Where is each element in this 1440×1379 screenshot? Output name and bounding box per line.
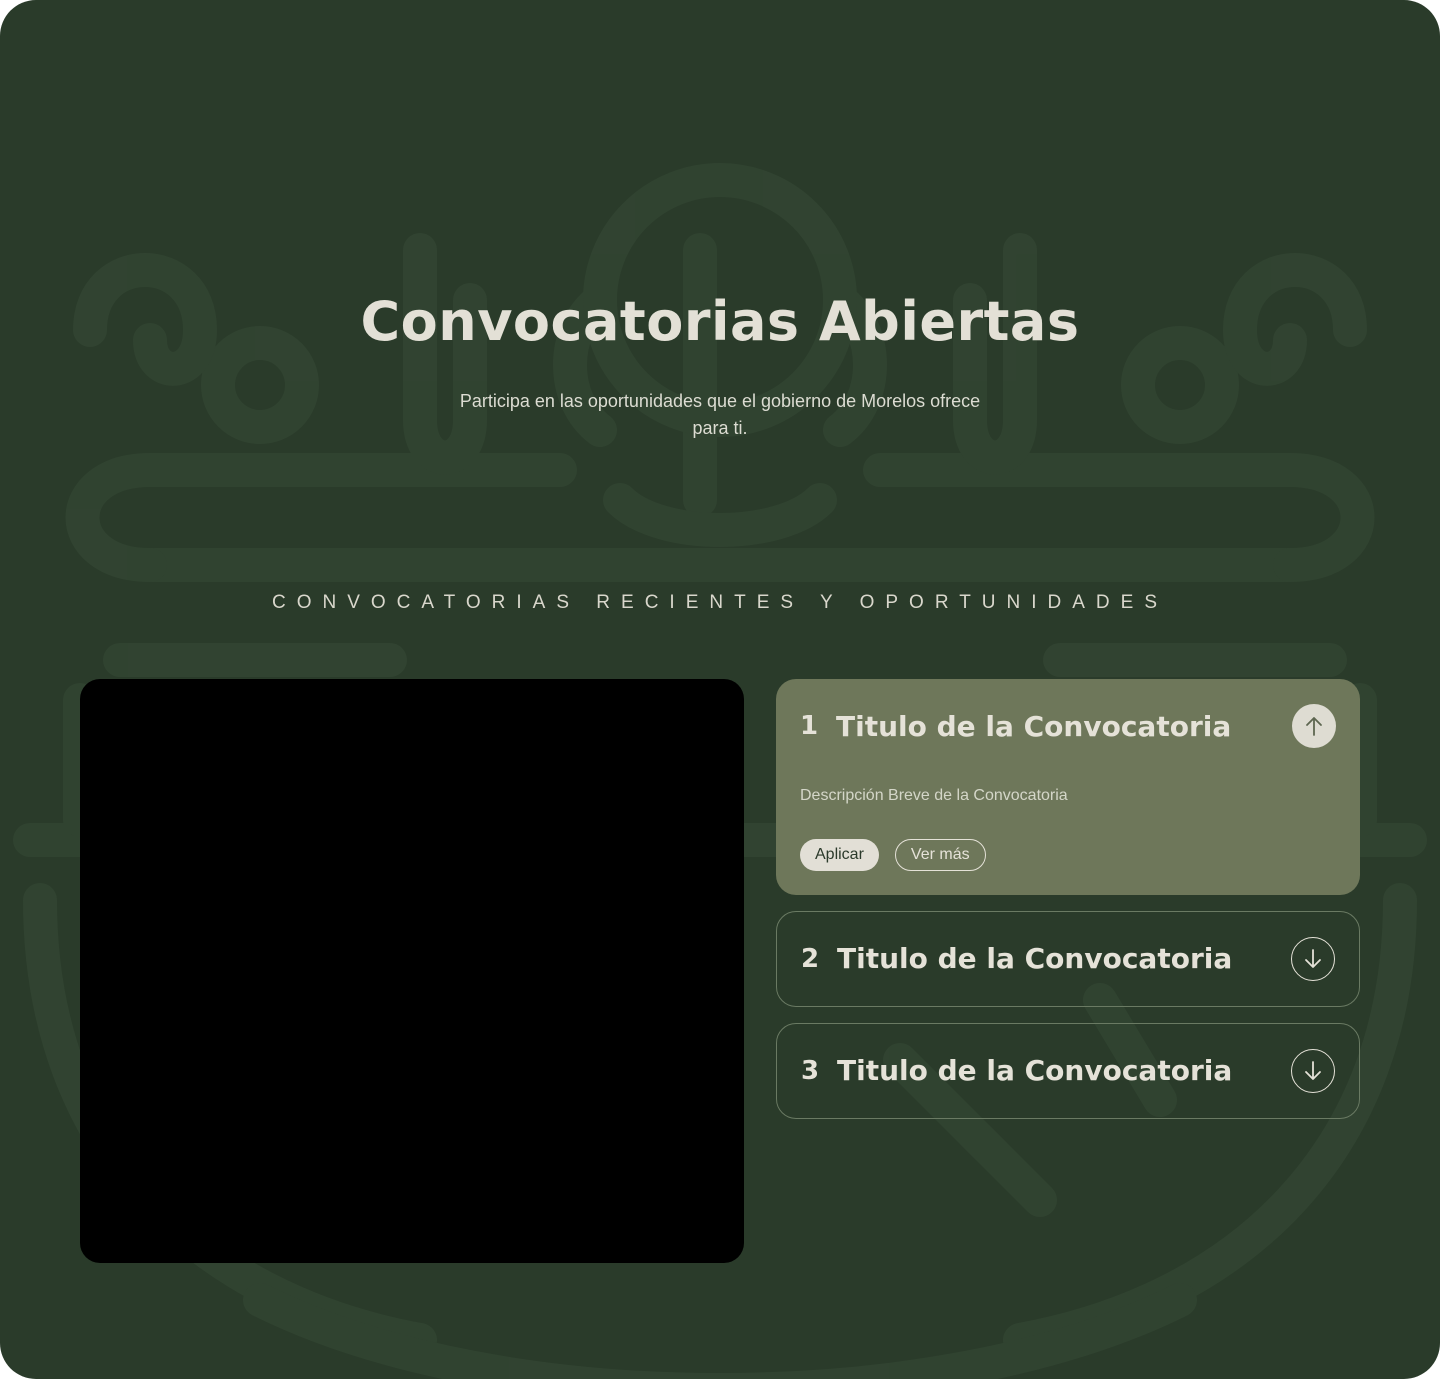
- page: Convocatorias Abiertas Participa en las …: [0, 0, 1440, 1379]
- section-label: CONVOCATORIAS RECIENTES Y OPORTUNIDADES: [271, 592, 1168, 613]
- item-description: Descripción Breve de la Convocatoria: [800, 787, 1068, 804]
- accordion-header[interactable]: 1 Titulo de la Convocatoria: [800, 679, 1336, 773]
- item-title: Titulo de la Convocatoria: [837, 1054, 1233, 1087]
- convocatorias-accordion: 1 Titulo de la Convocatoria Descripción …: [776, 679, 1360, 1135]
- expand-button[interactable]: [1291, 936, 1335, 981]
- item-title: Titulo de la Convocatoria: [836, 709, 1232, 743]
- page-title: Convocatorias Abiertas: [360, 290, 1080, 353]
- see-more-button[interactable]: Ver más: [894, 839, 986, 871]
- apply-button[interactable]: Aplicar: [800, 839, 879, 871]
- arrow-down-icon: [1305, 948, 1321, 968]
- expand-button[interactable]: [1291, 1048, 1335, 1093]
- item-actions: Aplicar Ver más: [800, 839, 986, 871]
- accordion-item-2[interactable]: 2 Titulo de la Convocatoria: [776, 911, 1360, 1007]
- accordion-item-3[interactable]: 3 Titulo de la Convocatoria: [776, 1023, 1360, 1119]
- collapse-button[interactable]: [1292, 704, 1336, 748]
- item-title: Titulo de la Convocatoria: [837, 942, 1233, 975]
- page-subtitle: Participa en las oportunidades que el go…: [459, 391, 981, 438]
- item-number: 1: [800, 711, 819, 741]
- arrow-down-icon: [1305, 1060, 1321, 1080]
- accordion-header[interactable]: 2 Titulo de la Convocatoria: [801, 911, 1335, 1007]
- accordion-header[interactable]: 3 Titulo de la Convocatoria: [801, 1023, 1335, 1119]
- accordion-item-1: 1 Titulo de la Convocatoria Descripción …: [776, 679, 1360, 895]
- item-number: 3: [801, 1055, 820, 1086]
- video-player[interactable]: [80, 679, 744, 1263]
- item-number: 2: [801, 943, 820, 974]
- arrow-up-icon: [1306, 717, 1322, 736]
